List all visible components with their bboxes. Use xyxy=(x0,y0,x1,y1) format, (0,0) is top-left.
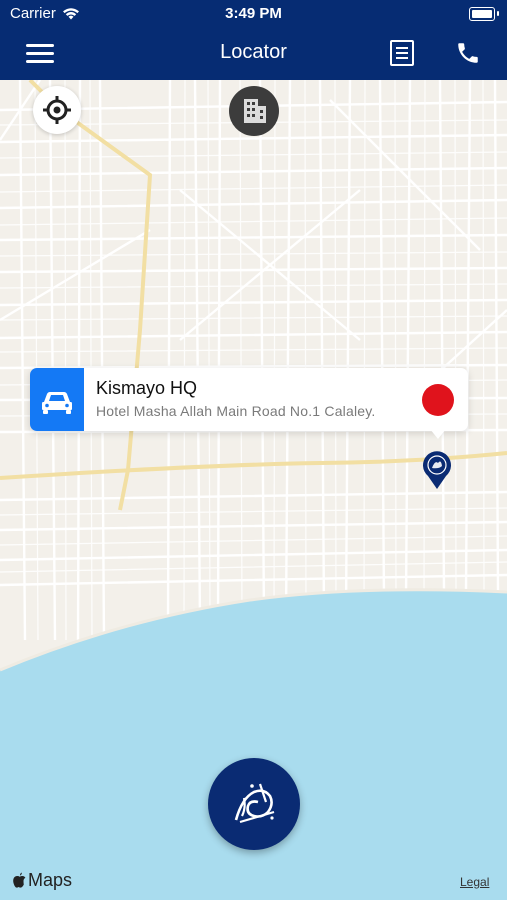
status-bar: Carrier 3:49 PM xyxy=(0,0,507,28)
calligraphy-logo-icon xyxy=(234,783,275,824)
car-button[interactable] xyxy=(30,368,84,431)
battery-icon xyxy=(469,7,499,21)
status-time: 3:49 PM xyxy=(225,5,282,22)
map-pin-icon[interactable] xyxy=(419,448,455,490)
callout-tail xyxy=(430,429,446,439)
location-address: Hotel Masha Allah Main Road No.1 Calaley… xyxy=(96,403,376,419)
brand-logo-button[interactable] xyxy=(208,758,300,850)
location-callout[interactable]: Kismayo HQ Hotel Masha Allah Main Road N… xyxy=(30,368,468,439)
status-dot-icon xyxy=(422,384,454,416)
legal-link[interactable]: Legal xyxy=(460,875,489,889)
maps-attribution: Maps xyxy=(12,870,72,891)
list-icon[interactable] xyxy=(390,40,414,66)
apple-icon xyxy=(13,872,26,888)
location-name: Kismayo HQ xyxy=(96,378,198,398)
car-icon xyxy=(42,392,72,414)
crosshair-icon xyxy=(43,96,71,124)
navigation-bar: Locator xyxy=(0,28,507,80)
maps-label: Maps xyxy=(28,870,73,890)
buildings-button[interactable] xyxy=(229,86,279,136)
locate-me-button[interactable] xyxy=(33,86,81,134)
building-icon xyxy=(244,99,266,123)
phone-icon[interactable] xyxy=(455,40,481,66)
page-title: Locator xyxy=(220,41,287,63)
